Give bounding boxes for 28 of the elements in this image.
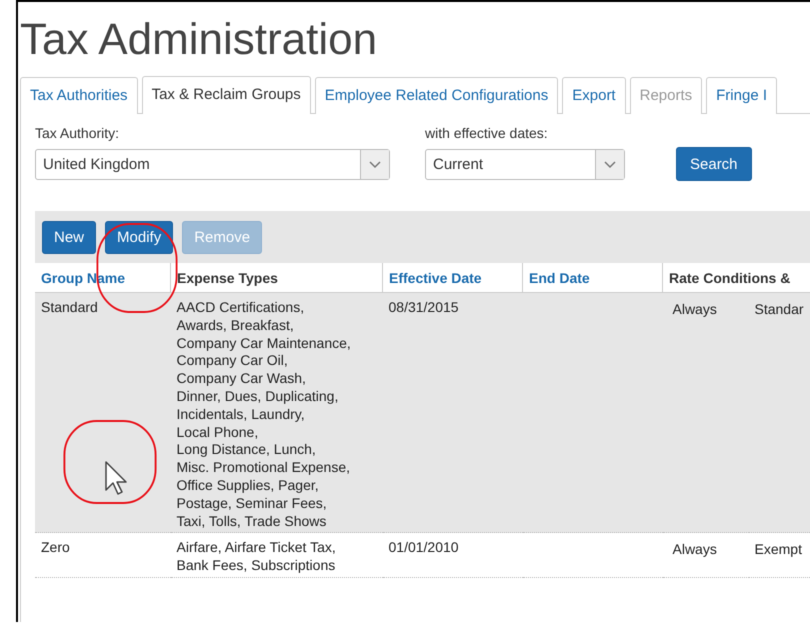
table-cell: Airfare, Airfare Ticket Tax, Bank Fees, Subscriptions <box>170 532 382 578</box>
action-button[interactable]: New <box>42 221 96 254</box>
table-cell: Standar <box>748 292 810 533</box>
dropdown-field[interactable]: United Kingdom <box>35 149 390 180</box>
table-cell: AACD Certifications, Awards, Breakfast, Company Car Maintenance, Company Car Oil, Company Car Wash, Dinner, Dues, Duplicating, Incidentals, Laundry, Local Phone, Long Distance, Lunch, Misc. Promotional Expense, Office Supplies, Pager, Postage, Seminar Fees, Taxi, Tolls, Trade Shows <box>170 292 382 533</box>
tab[interactable]: Fringe I <box>706 77 777 114</box>
search-button[interactable]: Search <box>676 147 752 181</box>
caret-icon <box>604 160 616 168</box>
field-label: with effective dates: <box>425 125 549 141</box>
tab[interactable]: Tax Authorities <box>20 77 138 114</box>
tab[interactable]: Tax & Reclaim Groups <box>142 76 311 114</box>
page-title: Tax Administration <box>20 18 378 66</box>
table-cell: Zero <box>35 532 170 578</box>
cursor-icon <box>104 460 128 496</box>
table-row[interactable] <box>35 292 810 533</box>
dropdown-field[interactable]: Current <box>425 149 625 180</box>
table-cell: Standard <box>35 292 170 533</box>
table-cell: 08/31/2015 <box>382 292 522 533</box>
table-cell: Exempt <box>748 532 810 578</box>
table-row[interactable]: Zero Airfare, Airfare Ticket Tax, Bank Fees, Subscriptions 01/01/2010 Always Exempt <box>35 532 810 578</box>
tab[interactable]: Export <box>562 77 626 114</box>
field-label: Tax Authority: <box>35 125 120 141</box>
table-cell: Always <box>662 532 748 578</box>
caret-icon <box>369 160 381 168</box>
tab[interactable]: Employee Related Configurations <box>314 77 558 114</box>
table-cell: Always <box>662 292 748 533</box>
action-button[interactable]: Modify <box>105 221 174 254</box>
table-cell: 01/01/2010 <box>382 532 522 578</box>
